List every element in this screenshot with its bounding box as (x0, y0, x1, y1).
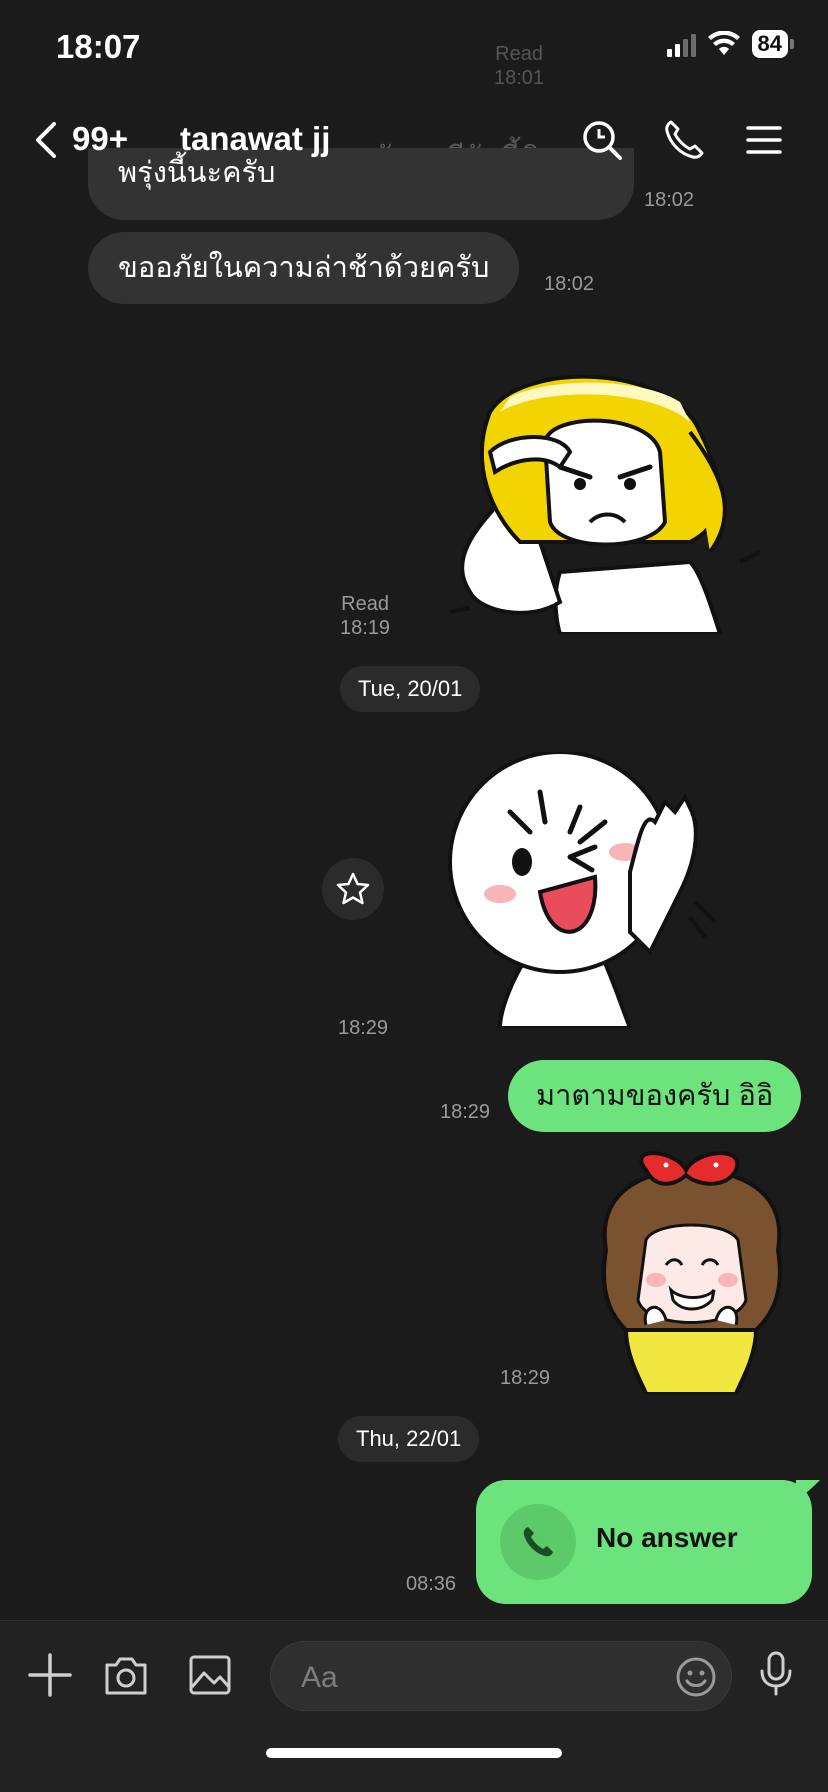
image-icon[interactable] (186, 1651, 234, 1699)
message-time: 18:02 (644, 189, 695, 211)
message-input[interactable]: Aa (270, 1641, 732, 1711)
read-receipt: Read 18:19 (340, 593, 391, 639)
search-icon[interactable] (580, 118, 624, 162)
star-icon (336, 872, 370, 905)
message-bubble-incoming[interactable]: ขออภัยในความล่าช้าด้วยครับ (88, 232, 520, 304)
date-separator: Thu, 22/01 (338, 1416, 480, 1462)
message-text: ขออภัยในความล่าช้าด้วยครับ (118, 252, 490, 284)
bubble-tail (796, 1480, 820, 1500)
battery-icon: 84 (751, 30, 794, 58)
microphone-icon[interactable] (752, 1649, 800, 1697)
chat-title[interactable]: tanawat jj (180, 120, 330, 158)
message-time: 18:29 (440, 1101, 491, 1123)
home-indicator[interactable] (266, 1748, 562, 1758)
call-status-icon (500, 1504, 576, 1580)
back-icon[interactable] (32, 120, 62, 160)
message-text: มาตามของครับ อิอิ (536, 1080, 774, 1112)
message-time: 18:02 (544, 273, 595, 295)
emoji-icon[interactable] (675, 1656, 717, 1698)
sticker-bow-girl[interactable] (586, 1150, 798, 1394)
bg-read-indicator: Read 18:01 (494, 43, 545, 89)
message-time: 18:29 (338, 1017, 389, 1039)
menu-icon[interactable] (742, 118, 786, 162)
chat-header: 99+ tanawat jj (0, 100, 828, 180)
cellular-signal-icon (666, 31, 696, 57)
call-status-label: No answer (596, 1522, 738, 1553)
battery-level: 84 (751, 30, 788, 58)
phone-icon (523, 1527, 553, 1557)
phone-call-icon[interactable] (662, 118, 706, 162)
sticker-salute-girl[interactable] (450, 372, 780, 634)
favorite-sticker-button[interactable] (322, 858, 384, 920)
message-bubble-outgoing[interactable]: มาตามของครับ อิอิ (508, 1060, 802, 1132)
unread-count[interactable]: 99+ (72, 120, 128, 158)
status-time: 18:07 (56, 28, 141, 65)
call-message-bubble[interactable]: No answer (476, 1480, 812, 1604)
message-input-bar: Aa (0, 1620, 828, 1792)
message-input-placeholder: Aa (301, 1661, 338, 1694)
message-time: 08:36 (406, 1573, 457, 1595)
sticker-moon-waving[interactable] (440, 752, 730, 1028)
plus-icon[interactable] (26, 1651, 74, 1699)
wifi-icon (707, 31, 740, 55)
date-separator: Tue, 20/01 (340, 666, 481, 712)
message-time: 18:29 (500, 1367, 551, 1389)
camera-icon[interactable] (102, 1651, 150, 1699)
status-indicators: 84 (666, 30, 794, 58)
